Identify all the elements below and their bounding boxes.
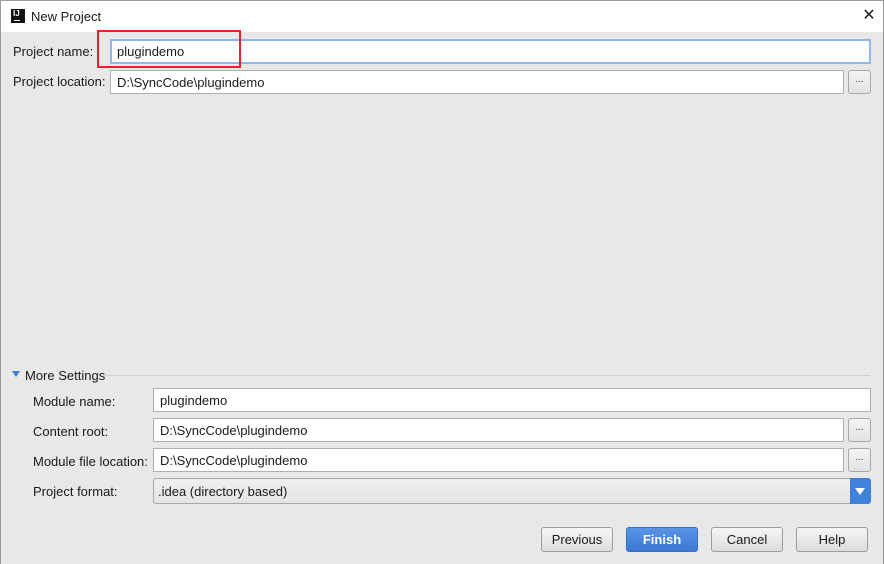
project-name-label: Project name: <box>13 44 94 59</box>
project-format-label: Project format: <box>33 484 118 499</box>
module-file-location-label: Module file location: <box>33 454 148 469</box>
project-location-browse-button[interactable]: ... <box>848 70 871 94</box>
finish-button[interactable]: Finish <box>626 527 698 552</box>
close-icon[interactable]: ✕ <box>860 7 878 25</box>
expand-triangle-icon[interactable] <box>12 371 20 377</box>
module-file-location-input[interactable]: D:\SyncCode\plugindemo <box>153 448 844 472</box>
content-root-input[interactable]: D:\SyncCode\plugindemo <box>153 418 844 442</box>
chevron-down-icon[interactable] <box>850 478 871 504</box>
intellij-icon: IJ <box>11 9 25 23</box>
content-root-label: Content root: <box>33 424 109 439</box>
content-root-browse-button[interactable]: ... <box>848 418 871 442</box>
module-name-input[interactable]: plugindemo <box>153 388 871 412</box>
window-title: New Project <box>31 9 102 24</box>
project-location-input[interactable]: D:\SyncCode\plugindemo <box>110 70 844 94</box>
module-name-label: Module name: <box>33 394 116 409</box>
divider <box>105 375 870 376</box>
project-format-select[interactable]: .idea (directory based) <box>153 478 871 504</box>
project-location-label: Project location: <box>13 74 106 89</box>
project-format-value: .idea (directory based) <box>158 484 288 499</box>
title-bar: IJ New Project ✕ <box>1 1 883 32</box>
help-button[interactable]: Help <box>796 527 868 552</box>
highlight-box <box>97 30 241 68</box>
module-file-location-browse-button[interactable]: ... <box>848 448 871 472</box>
cancel-button[interactable]: Cancel <box>711 527 783 552</box>
previous-button[interactable]: Previous <box>541 527 613 552</box>
more-settings-toggle[interactable]: More Settings <box>25 368 105 383</box>
